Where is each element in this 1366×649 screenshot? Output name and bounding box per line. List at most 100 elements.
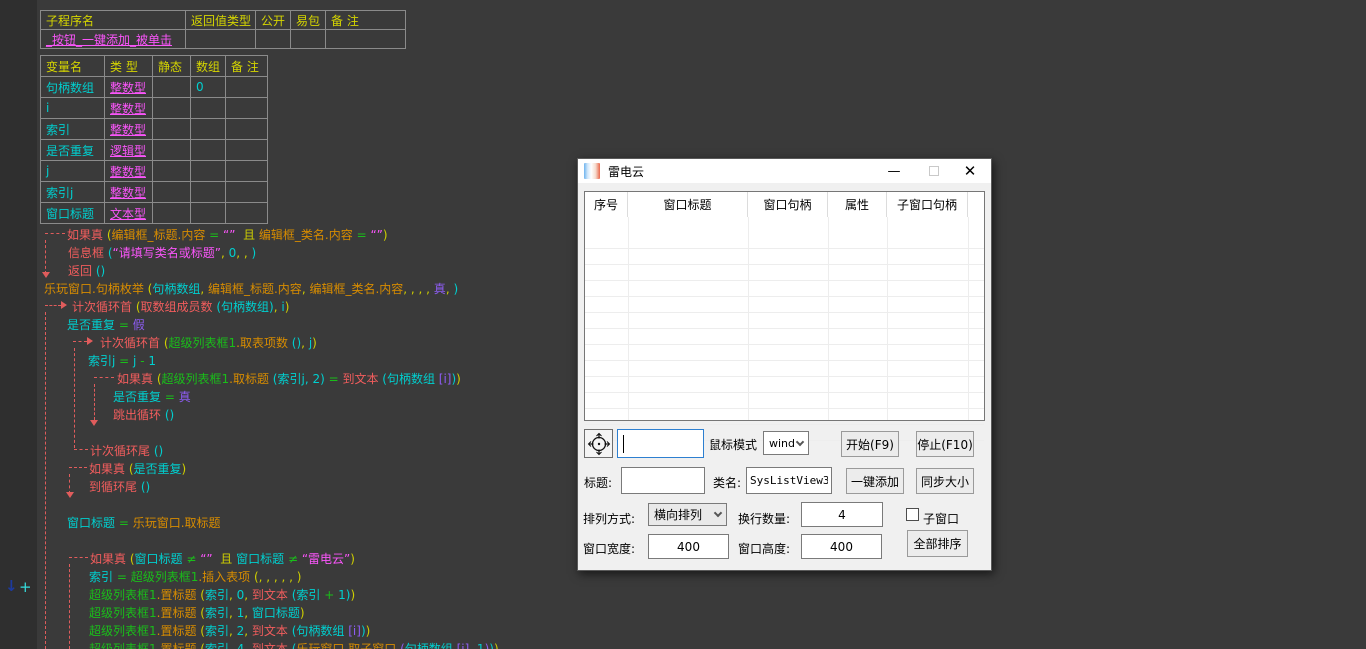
table-cell[interactable]: 索引 — [41, 119, 105, 140]
table-cell[interactable] — [153, 98, 191, 119]
table-cell[interactable]: i — [41, 98, 105, 119]
listview-row[interactable] — [585, 249, 984, 265]
table-cell[interactable] — [326, 30, 406, 49]
code-line[interactable]: 信息框 (“请填写类名或标题”, 0, , ) — [68, 244, 256, 262]
table-cell[interactable] — [186, 30, 256, 49]
code-line[interactable]: 计次循环尾 () — [90, 442, 163, 460]
table-row[interactable]: j整数型 — [41, 161, 268, 182]
table-cell[interactable]: 公开 — [256, 11, 291, 30]
code-line[interactable]: 超级列表框1.置标题 (索引, 1, 窗口标题) — [89, 604, 305, 622]
table-cell[interactable] — [226, 119, 268, 140]
listview-row[interactable] — [585, 377, 984, 393]
table-row[interactable]: 索引整数型 — [41, 119, 268, 140]
wrap-count-input[interactable] — [801, 502, 883, 527]
fold-plus-icon[interactable]: + — [19, 578, 32, 596]
mouse-mode-select[interactable]: wind — [763, 431, 809, 455]
table-cell[interactable] — [153, 182, 191, 203]
code-line[interactable]: 如果真 (是否重复) — [89, 460, 186, 478]
table-cell[interactable]: 索引j — [41, 182, 105, 203]
one-click-add-button[interactable]: 一键添加 — [846, 468, 904, 494]
listview-row[interactable] — [585, 297, 984, 313]
stop-button[interactable]: 停止(F10) — [916, 431, 974, 457]
table-cell[interactable] — [191, 203, 226, 224]
listview-row[interactable] — [585, 233, 984, 249]
listview-row[interactable] — [585, 313, 984, 329]
window-width-input[interactable] — [648, 534, 729, 559]
table-cell[interactable]: 是否重复 — [41, 140, 105, 161]
close-button[interactable]: ✕ — [953, 159, 987, 183]
listview-row[interactable] — [585, 409, 984, 425]
window-height-input[interactable] — [801, 534, 882, 559]
table-cell[interactable]: j — [41, 161, 105, 182]
listview-column-header[interactable]: 窗口句柄 — [748, 192, 828, 217]
table-cell[interactable] — [191, 119, 226, 140]
table-row[interactable]: 窗口标题文本型 — [41, 203, 268, 224]
table-cell[interactable] — [256, 30, 291, 49]
table-cell[interactable] — [291, 30, 326, 49]
table-cell[interactable]: 整数型 — [105, 182, 153, 203]
table-row[interactable]: _按钮_一键添加_被单击 — [41, 30, 406, 49]
table-cell[interactable] — [226, 140, 268, 161]
listview-column-header[interactable]: 序号 — [585, 192, 628, 217]
table-cell[interactable]: 变量名 — [41, 56, 105, 77]
code-line[interactable]: 到循环尾 () — [89, 478, 150, 496]
table-cell[interactable]: 整数型 — [105, 119, 153, 140]
table-cell[interactable] — [226, 77, 268, 98]
spy-target-input[interactable] — [617, 429, 704, 458]
table-cell[interactable]: 句柄数组 — [41, 77, 105, 98]
class-input[interactable] — [746, 467, 832, 494]
sort-all-button[interactable]: 全部排序 — [907, 530, 968, 557]
window-listview[interactable]: 序号窗口标题窗口句柄属性子窗口句柄 — [584, 191, 985, 421]
table-cell[interactable] — [153, 77, 191, 98]
code-line[interactable]: 索引j = j - 1 — [88, 352, 156, 370]
table-cell[interactable]: 逻辑型 — [105, 140, 153, 161]
table-cell[interactable]: 易包 — [291, 11, 326, 30]
listview-row[interactable] — [585, 281, 984, 297]
table-cell[interactable]: 静态 — [153, 56, 191, 77]
table-cell[interactable]: _按钮_一键添加_被单击 — [41, 30, 186, 49]
code-line[interactable]: 计次循环首 (超级列表框1.取表项数 (), j) — [100, 334, 317, 352]
table-cell[interactable]: 0 — [191, 77, 226, 98]
table-cell[interactable]: 备 注 — [326, 11, 406, 30]
table-row[interactable]: 句柄数组整数型 0 — [41, 77, 268, 98]
listview-row[interactable] — [585, 345, 984, 361]
table-cell[interactable]: 返回值类型 — [186, 11, 256, 30]
code-line[interactable]: 窗口标题 = 乐玩窗口.取标题 — [67, 514, 221, 532]
title-input[interactable] — [621, 467, 705, 494]
table-cell[interactable]: 文本型 — [105, 203, 153, 224]
table-cell[interactable] — [153, 119, 191, 140]
table-cell[interactable] — [191, 161, 226, 182]
table-cell[interactable] — [191, 140, 226, 161]
table-cell[interactable]: 整数型 — [105, 77, 153, 98]
table-cell[interactable] — [226, 161, 268, 182]
minimize-button[interactable]: — — [877, 159, 911, 183]
table-row[interactable]: i整数型 — [41, 98, 268, 119]
listview-column-header[interactable]: 属性 — [828, 192, 887, 217]
table-cell[interactable] — [226, 182, 268, 203]
code-line[interactable]: 如果真 (窗口标题 ≠ “” 且 窗口标题 ≠ “雷电云”) — [90, 550, 355, 568]
table-cell[interactable] — [153, 203, 191, 224]
code-line[interactable]: 返回 () — [68, 262, 105, 280]
code-line[interactable]: 如果真 (编辑框_标题.内容 = “” 且 编辑框_类名.内容 = “”) — [67, 226, 388, 244]
table-cell[interactable] — [191, 182, 226, 203]
start-button[interactable]: 开始(F9) — [841, 431, 899, 457]
table-row[interactable]: 是否重复逻辑型 — [41, 140, 268, 161]
code-line[interactable]: 超级列表框1.置标题 (索引, 2, 到文本 (句柄数组 [i])) — [89, 622, 370, 640]
jump-down-arrow-icon[interactable]: ↓ — [5, 577, 18, 595]
code-line[interactable]: 如果真 (超级列表框1.取标题 (索引j, 2) = 到文本 (句柄数组 [i]… — [117, 370, 461, 388]
table-cell[interactable]: 整数型 — [105, 98, 153, 119]
code-line[interactable]: 超级列表框1.置标题 (索引, 4, 到文本 (乐玩窗口.取子窗口 (句柄数组 … — [89, 640, 499, 649]
table-cell[interactable] — [226, 98, 268, 119]
code-line[interactable]: 是否重复 = 真 — [113, 388, 191, 406]
sync-size-button[interactable]: 同步大小 — [916, 468, 974, 494]
table-cell[interactable] — [226, 203, 268, 224]
table-cell[interactable] — [153, 161, 191, 182]
table-cell[interactable]: 整数型 — [105, 161, 153, 182]
code-line[interactable]: 超级列表框1.置标题 (索引, 0, 到文本 (索引 + 1)) — [89, 586, 355, 604]
listview-row[interactable] — [585, 265, 984, 281]
code-line[interactable]: 是否重复 = 假 — [67, 316, 145, 334]
table-cell[interactable]: 备 注 — [226, 56, 268, 77]
code-line[interactable]: 乐玩窗口.句柄枚举 (句柄数组, 编辑框_标题.内容, 编辑框_类名.内容, ,… — [44, 280, 458, 298]
table-cell[interactable]: 窗口标题 — [41, 203, 105, 224]
listview-column-header[interactable]: 子窗口句柄 — [887, 192, 968, 217]
